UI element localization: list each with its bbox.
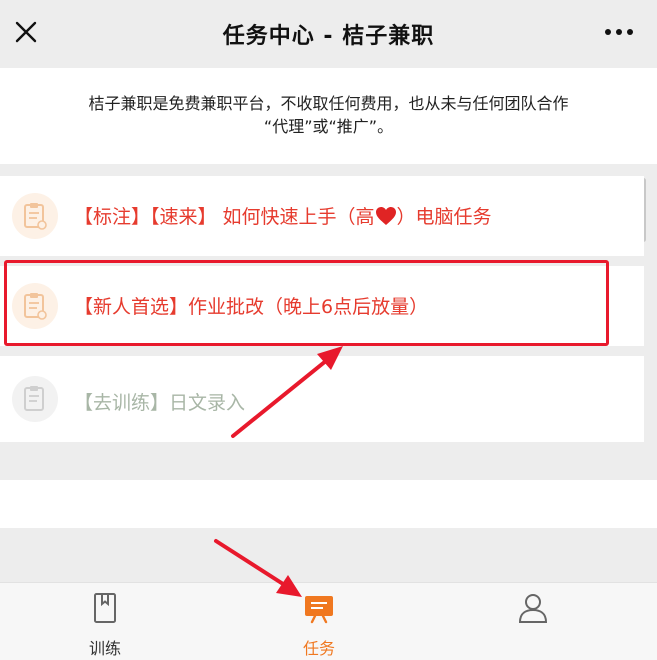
more-icon[interactable] — [603, 20, 635, 44]
task-item-2[interactable]: 【新人首选】作业批改（晚上6点后放量） — [0, 266, 644, 346]
clipboard-icon — [12, 283, 58, 329]
notice-line-1: 桔子兼职是免费兼职平台，不收取任何费用，也从未与任何团队合作 — [88, 94, 569, 113]
close-icon[interactable] — [10, 16, 42, 48]
task-label: 【新人首选】作业批改（晚上6点后放量） — [74, 296, 429, 318]
book-icon — [94, 593, 116, 623]
task-label: 【标注】【速来】 如何快速上手（高 ）电脑任务 — [74, 202, 492, 229]
blank-section — [0, 480, 657, 528]
notice-line-2: “代理”或“推广”。 — [263, 117, 394, 136]
tab-label: 训练 — [88, 639, 121, 658]
page-title: 任务中心 - 桔子兼职 — [222, 24, 435, 49]
task-label: 【去训练】日文录入 — [74, 392, 246, 414]
task-item-3[interactable]: 【去训练】日文录入 — [0, 356, 644, 442]
task-board-icon — [305, 596, 333, 624]
clipboard-icon — [12, 376, 58, 422]
notice-banner: 桔子兼职是免费兼职平台，不收取任何费用，也从未与任何团队合作 “代理”或“推广”… — [0, 68, 657, 164]
tab-training[interactable]: 训练 — [30, 583, 180, 660]
heart-icon — [375, 207, 396, 225]
task-label-part-1: 【标注】【速来】 如何快速上手（高 — [74, 206, 375, 228]
clipboard-icon — [12, 193, 58, 239]
task-label-part-2: ）电脑任务 — [396, 206, 492, 228]
tab-label: 任务 — [302, 639, 335, 658]
task-item-1[interactable]: 【标注】【速来】 如何快速上手（高 ）电脑任务 — [0, 176, 644, 256]
tab-profile[interactable] — [458, 583, 608, 660]
tab-tasks[interactable]: 任务 — [244, 583, 394, 660]
top-bar: 任务中心 - 桔子兼职 — [0, 0, 657, 68]
person-icon — [518, 594, 548, 623]
bottom-tab-bar: 训练 任务 — [0, 582, 657, 660]
